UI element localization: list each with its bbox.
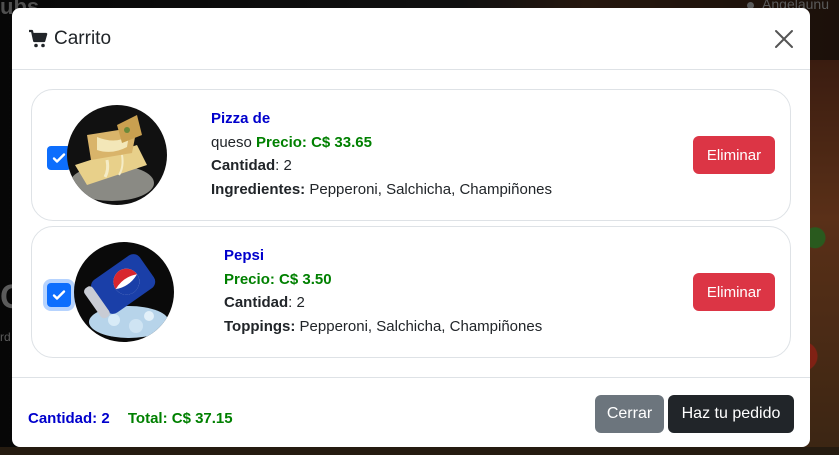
check-icon xyxy=(52,290,66,300)
item-extras-label: Toppings: xyxy=(224,317,296,335)
item-extras-value: Pepperoni, Salchicha, Champiñones xyxy=(305,180,553,198)
shopping-cart-icon xyxy=(29,29,48,48)
cart-item: Pepsi Precio: C$ 3.50 Cantidad: 2 Toppin… xyxy=(31,226,791,358)
item-name: Pepsi xyxy=(224,247,265,264)
item-price: Precio: C$ 3.50 xyxy=(224,270,332,288)
modal-header: Carrito xyxy=(12,8,810,70)
cart-item: Pizza de queso Precio: C$ 33.65 Cantidad… xyxy=(31,89,791,221)
summary-quantity: Cantidad: 2 xyxy=(28,410,110,427)
item-extras-value: Pepperoni, Salchicha, Champiñones xyxy=(295,317,543,335)
item-name-continued: queso xyxy=(211,133,252,151)
item-quantity-value: : 2 xyxy=(288,294,305,311)
close-icon[interactable] xyxy=(772,27,796,51)
item-price: Precio: C$ 33.65 xyxy=(256,133,372,151)
place-order-button[interactable]: Haz tu pedido xyxy=(668,395,794,433)
check-icon xyxy=(52,153,66,163)
item-quantity-label: Cantidad xyxy=(224,294,289,311)
item-info: Pepsi Precio: C$ 3.50 Cantidad: 2 Toppin… xyxy=(224,244,542,338)
pizza-image xyxy=(67,105,167,205)
item-checkbox[interactable] xyxy=(47,283,71,307)
modal-title-text: Carrito xyxy=(54,28,112,49)
close-button[interactable]: Cerrar xyxy=(595,395,664,433)
cart-summary: Cantidad: 2 Total: C$ 37.15 xyxy=(28,410,233,427)
item-info: Pizza de queso Precio: C$ 33.65 Cantidad… xyxy=(211,107,552,201)
summary-total: Total: C$ 37.15 xyxy=(127,410,233,427)
modal-footer: Cantidad: 2 Total: C$ 37.15 Cerrar Haz t… xyxy=(12,377,810,447)
cart-modal: Carrito Pizza de queso Precio: C$ 33.65 … xyxy=(12,8,810,447)
delete-item-button[interactable]: Eliminar xyxy=(693,136,775,174)
modal-title: Carrito xyxy=(28,28,111,50)
delete-item-button[interactable]: Eliminar xyxy=(693,273,775,311)
item-extras-label: Ingredientes: xyxy=(211,180,306,198)
item-name: Pizza de xyxy=(211,110,271,127)
pepsi-image xyxy=(74,242,174,342)
item-quantity-value: : 2 xyxy=(275,157,292,174)
item-quantity-label: Cantidad xyxy=(211,157,276,174)
